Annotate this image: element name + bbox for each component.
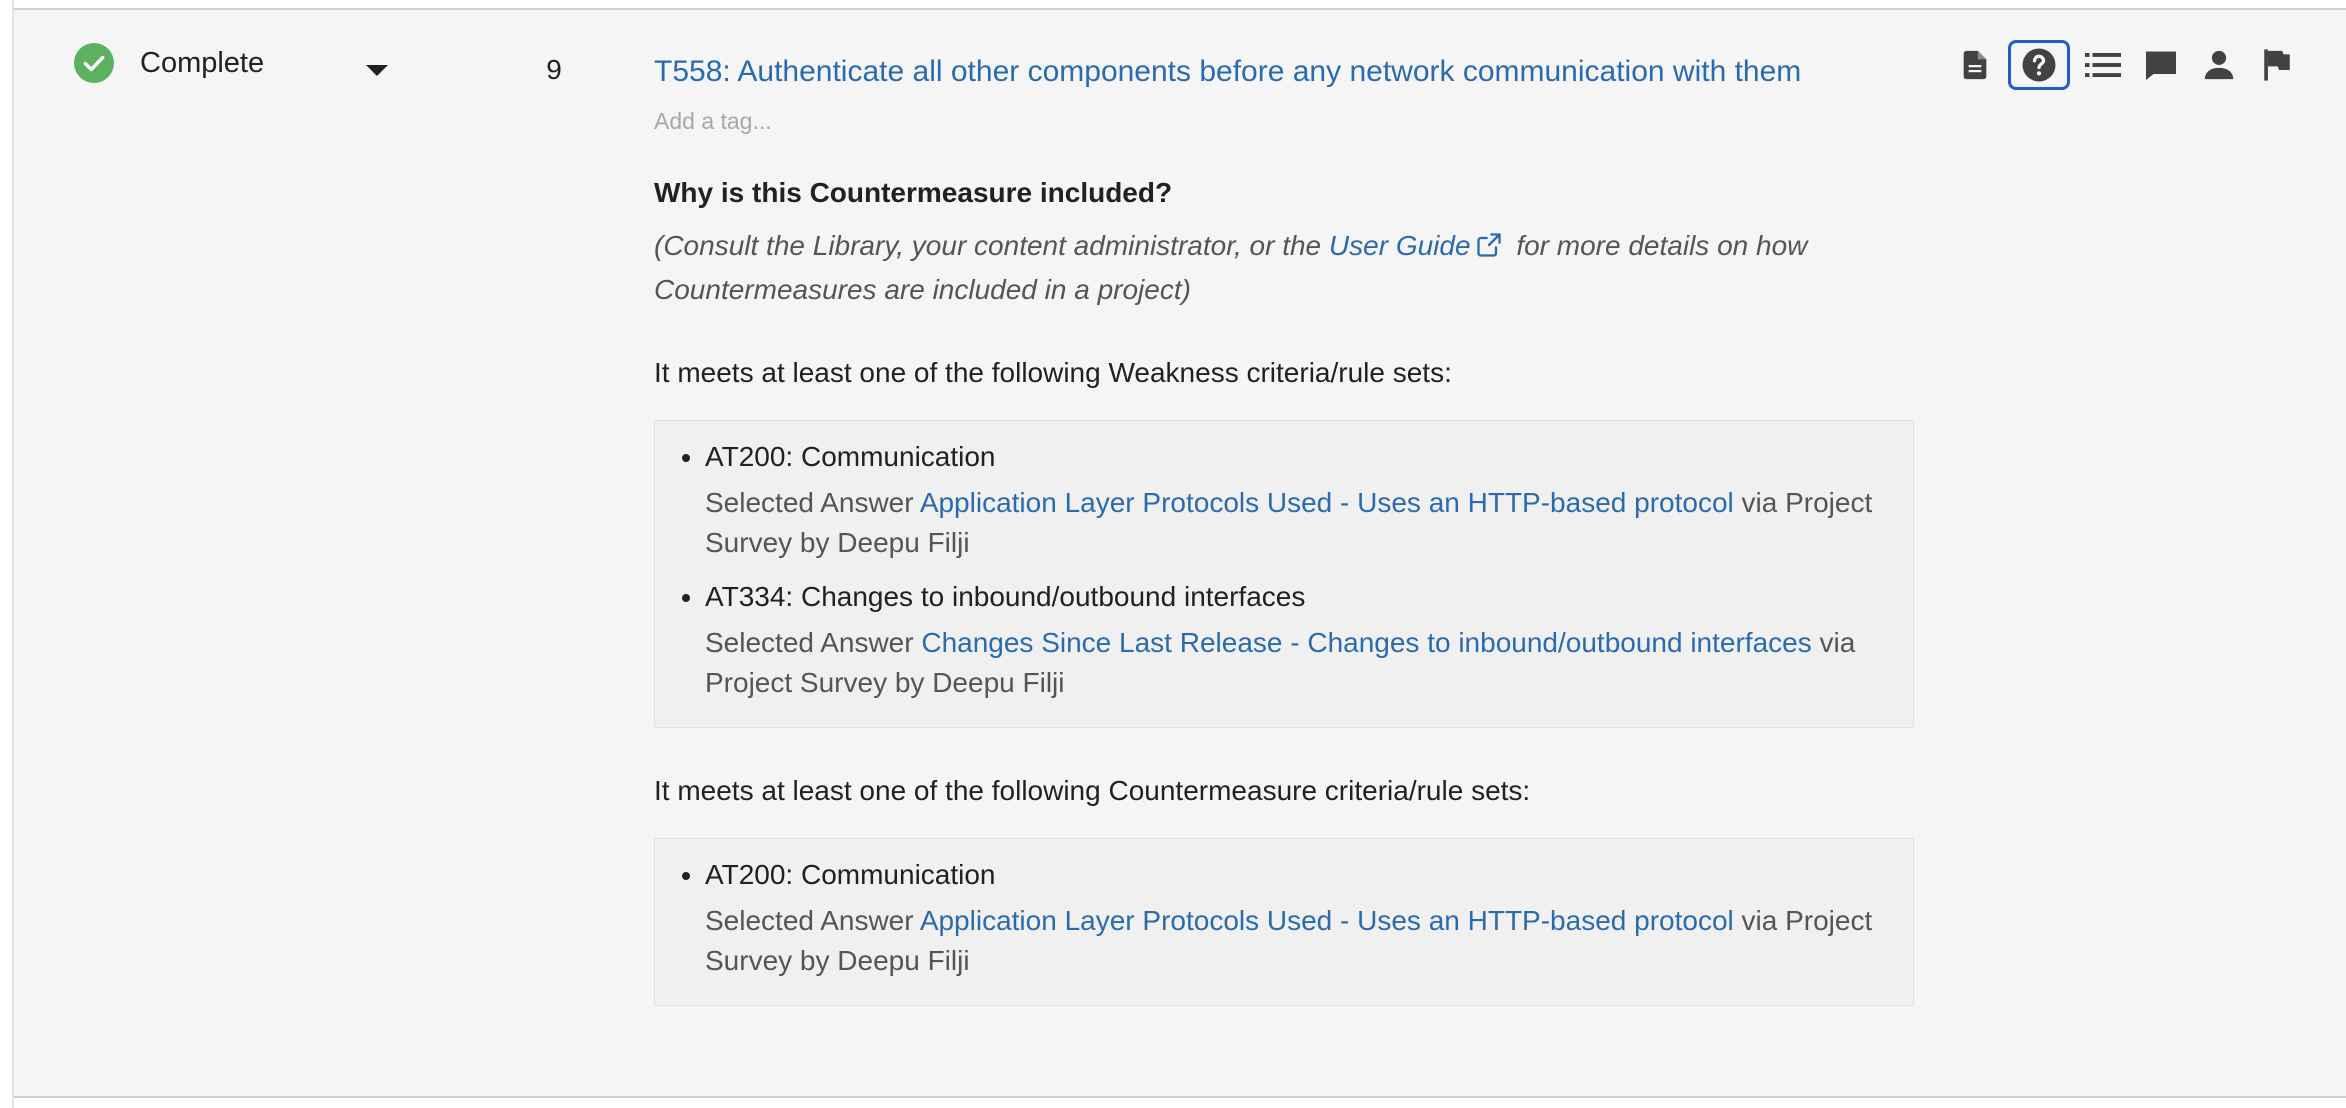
criteria-detail: Selected Answer Application Layer Protoc…	[705, 901, 1915, 981]
person-icon[interactable]	[2200, 46, 2238, 84]
criteria-name: AT334: Changes to inbound/outbound inter…	[705, 581, 1306, 612]
criteria-name: AT200: Communication	[705, 859, 996, 890]
help-circle-icon[interactable]	[2008, 40, 2070, 90]
weakness-criteria-box: AT200: Communication Selected Answer App…	[654, 420, 1914, 728]
add-tag-input[interactable]: Add a tag...	[654, 106, 1914, 136]
criteria-name: AT200: Communication	[705, 441, 996, 472]
selected-answer-prefix: Selected Answer	[705, 905, 920, 936]
weakness-criteria-intro: It meets at least one of the following W…	[654, 357, 1452, 388]
countermeasure-criteria-box: AT200: Communication Selected Answer App…	[654, 838, 1914, 1006]
status-selector[interactable]: Complete	[74, 43, 264, 83]
answer-link[interactable]: Application Layer Protocols Used - Uses …	[920, 905, 1734, 936]
answer-link[interactable]: Application Layer Protocols Used - Uses …	[920, 487, 1734, 518]
list-item: AT334: Changes to inbound/outbound inter…	[705, 577, 1913, 703]
selected-answer-prefix: Selected Answer	[705, 487, 920, 518]
answer-link[interactable]: Changes Since Last Release - Changes to …	[921, 627, 1811, 658]
status-label: Complete	[140, 46, 265, 79]
chevron-down-icon[interactable]	[366, 65, 388, 76]
countermeasure-criteria-intro: It meets at least one of the following C…	[654, 775, 1531, 806]
priority-value: 9	[546, 54, 562, 85]
why-included-heading: Why is this Countermeasure included?	[654, 177, 1173, 208]
selected-answer-prefix: Selected Answer	[705, 627, 922, 658]
external-link-icon[interactable]	[1475, 230, 1503, 270]
countermeasure-content: T558: Authenticate all other components …	[654, 52, 1914, 1006]
countermeasure-title-link[interactable]: T558: Authenticate all other components …	[654, 52, 1914, 92]
consult-text-before: (Consult the Library, your content admin…	[654, 230, 1329, 261]
criteria-detail: Selected Answer Application Layer Protoc…	[705, 483, 1915, 563]
criteria-detail: Selected Answer Changes Since Last Relea…	[705, 623, 1915, 703]
check-circle-icon	[74, 43, 114, 83]
list-item: AT200: Communication Selected Answer App…	[705, 437, 1913, 563]
user-guide-link[interactable]: User Guide	[1329, 230, 1471, 261]
comment-icon[interactable]	[2142, 46, 2180, 84]
document-icon[interactable]	[1956, 46, 1994, 84]
countermeasure-row: Complete 9 T558: Authenticate all other …	[14, 8, 2346, 1098]
consult-note: (Consult the Library, your content admin…	[654, 226, 1864, 310]
list-icon[interactable]	[2084, 46, 2122, 84]
row-toolbar	[1956, 40, 2296, 90]
list-item: AT200: Communication Selected Answer App…	[705, 855, 1913, 981]
flag-icon[interactable]	[2258, 46, 2296, 84]
